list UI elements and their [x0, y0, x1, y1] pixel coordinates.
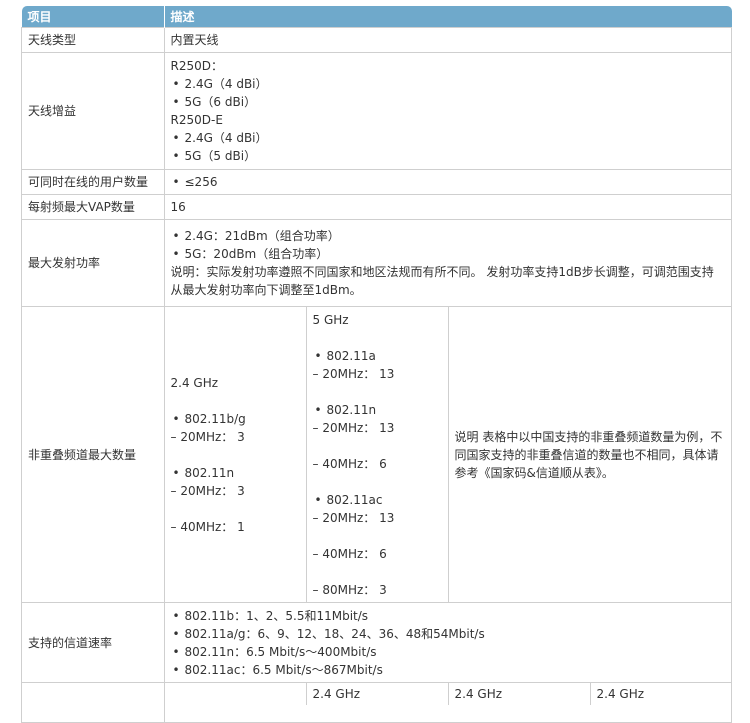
table-row: 天线增益 R250D： 2.4G（4 dBi） 5G（6 dBi） R250D-… [21, 52, 732, 170]
row-value: 16 [163, 194, 732, 220]
table-row: 最大发射功率 2.4G：21dBm（组合功率） 5G：20dBm（组合功率） 说… [21, 219, 732, 307]
rates-list: 802.11b：1、2、5.5和11Mbit/s 802.11a/g：6、9、1… [171, 607, 726, 679]
users-list: ≤256 [171, 173, 726, 191]
list-item: 802.11ac [313, 491, 442, 509]
band-list: 802.11a [313, 347, 442, 365]
list-item: 5G（6 dBi） [171, 93, 726, 111]
band-cell: 2.4 GHz [447, 683, 590, 705]
header-description: 描述 [164, 6, 732, 28]
tx-power-note: 说明：实际发射功率遵照不同国家和地区法规而有所不同。 发射功率支持1dB步长调整… [170, 265, 714, 297]
channel-count: – 20MHz： 13 [312, 367, 395, 381]
channel-count: – 20MHz： 13 [312, 511, 395, 525]
channels-cell: 2.4 GHz 802.11b/g – 20MHz： 3 802.11n – 2… [163, 306, 732, 603]
channel-count: – 40MHz： 6 [312, 457, 387, 471]
row-value: ≤256 [163, 169, 732, 195]
band-list: 802.11n [313, 401, 442, 419]
row-value: 2.4G：21dBm（组合功率） 5G：20dBm（组合功率） 说明：实际发射功… [163, 219, 732, 307]
channels-note: 说明 表格中以中国支持的非重叠频道数量为例，不同国家支持的非重叠信道的数量也不相… [454, 429, 723, 480]
table-row: 每射频最大VAP数量 16 [21, 194, 732, 220]
channel-count: – 20MHz： 3 [170, 429, 245, 444]
list-item: 2.4G（4 dBi） [171, 129, 726, 147]
table-row: 2.4 GHz 2.4 GHz 2.4 GHz [21, 682, 732, 723]
row-value: 802.11b：1、2、5.5和11Mbit/s 802.11a/g：6、9、1… [163, 602, 732, 683]
row-label: 支持的信道速率 [21, 602, 165, 683]
row-label: 最大发射功率 [21, 219, 165, 307]
band-cell: 2.4 GHz [589, 683, 731, 705]
channel-count: – 20MHz： 13 [312, 421, 395, 435]
list-item: 5G（5 dBi） [171, 147, 726, 165]
channels-note-column: 说明 表格中以中国支持的非重叠频道数量为例，不同国家支持的非重叠信道的数量也不相… [447, 307, 731, 602]
list-item: 802.11n [171, 464, 300, 482]
row-label [21, 682, 165, 723]
table-row: 可同时在线的用户数量 ≤256 [21, 169, 732, 195]
list-item: ≤256 [171, 173, 726, 191]
header-item: 项目 [21, 6, 165, 28]
list-item: 2.4G（4 dBi） [171, 75, 726, 93]
tx-power-list: 2.4G：21dBm（组合功率） 5G：20dBm（组合功率） [171, 227, 726, 263]
last-row-grid: 2.4 GHz 2.4 GHz 2.4 GHz [164, 683, 731, 705]
row-label: 非重叠频道最大数量 [21, 306, 165, 603]
band-cell: 2.4 GHz [305, 683, 448, 705]
band-title: 2.4 GHz [170, 375, 219, 390]
list-item: 802.11n：6.5 Mbit/s～400Mbit/s [171, 643, 726, 661]
channels-grid: 2.4 GHz 802.11b/g – 20MHz： 3 802.11n – 2… [164, 307, 731, 602]
channel-count: – 80MHz： 3 [312, 583, 387, 597]
list-item: 802.11n [313, 401, 442, 419]
gain-list: 2.4G（4 dBi） 5G（5 dBi） [171, 129, 726, 165]
gain-group-title: R250D-E [170, 113, 223, 127]
channel-count: – 40MHz： 1 [170, 519, 245, 534]
row-label: 天线增益 [21, 52, 165, 170]
list-item: 802.11a [313, 347, 442, 365]
row-label: 可同时在线的用户数量 [21, 169, 165, 195]
table-row: 非重叠频道最大数量 2.4 GHz 802.11b/g – 20MHz： 3 [21, 306, 732, 603]
list-item: 802.11a/g：6、9、12、18、24、36、48和54Mbit/s [171, 625, 726, 643]
list-item: 2.4G：21dBm（组合功率） [171, 227, 726, 245]
row-label: 天线类型 [21, 27, 165, 53]
row-value: 内置天线 [163, 27, 732, 53]
last-row-blank [164, 683, 306, 705]
band-5-column: 5 GHz 802.11a – 20MHz： 13 802.11n – 20MH… [305, 307, 448, 602]
channel-count: – 40MHz： 6 [312, 547, 387, 561]
band-list: 802.11b/g [171, 410, 300, 428]
list-item: 802.11b/g [171, 410, 300, 428]
table-header-row: 项目 描述 [21, 6, 732, 28]
gain-group-title: R250D： [170, 59, 223, 73]
band-list: 802.11n [171, 464, 300, 482]
row-value: R250D： 2.4G（4 dBi） 5G（6 dBi） R250D-E 2.4… [163, 52, 732, 170]
last-row-cell: 2.4 GHz 2.4 GHz 2.4 GHz [163, 682, 732, 723]
spec-table: 项目 描述 天线类型 内置天线 天线增益 R250D： 2.4G（4 dBi） … [21, 6, 732, 723]
list-item: 802.11b：1、2、5.5和11Mbit/s [171, 607, 726, 625]
table-row: 支持的信道速率 802.11b：1、2、5.5和11Mbit/s 802.11a… [21, 602, 732, 683]
row-label: 每射频最大VAP数量 [21, 194, 165, 220]
gain-list: 2.4G（4 dBi） 5G（6 dBi） [171, 75, 726, 111]
page: 项目 描述 天线类型 内置天线 天线增益 R250D： 2.4G（4 dBi） … [0, 0, 750, 723]
band-title: 5 GHz [312, 313, 349, 327]
table-row: 天线类型 内置天线 [21, 27, 732, 53]
channel-count: – 20MHz： 3 [170, 483, 245, 498]
list-item: 5G：20dBm（组合功率） [171, 245, 726, 263]
band-24-column: 2.4 GHz 802.11b/g – 20MHz： 3 802.11n – 2… [164, 307, 306, 602]
list-item: 802.11ac：6.5 Mbit/s～867Mbit/s [171, 661, 726, 679]
band-list: 802.11ac [313, 491, 442, 509]
